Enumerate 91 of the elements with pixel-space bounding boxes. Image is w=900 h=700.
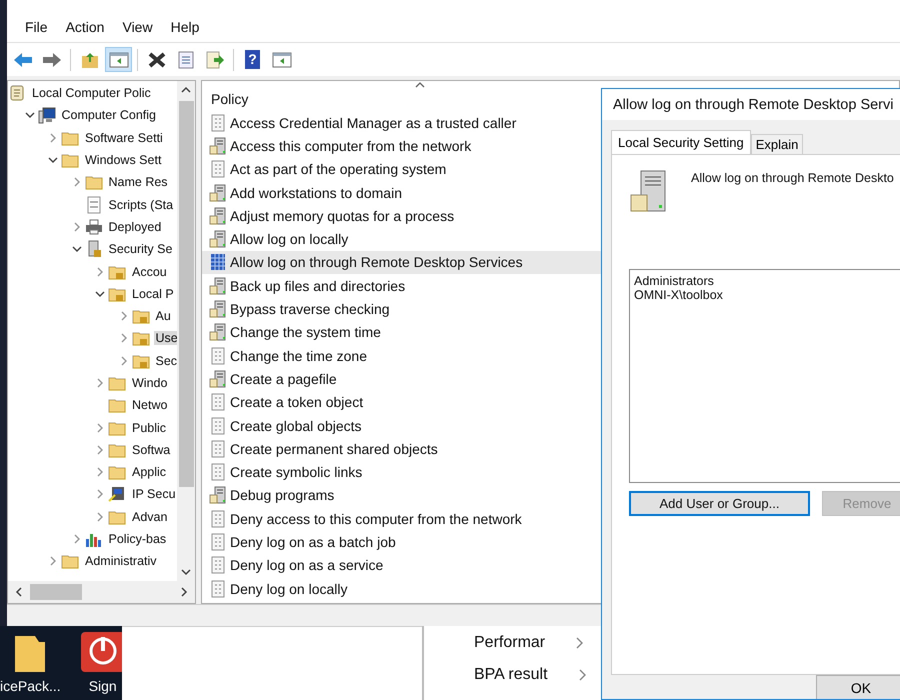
list-item[interactable]: OMNI-X\toolbox [634,288,900,302]
tree-item[interactable]: Security Se [106,242,174,256]
tree-item[interactable]: Windo [130,376,170,390]
binary-document-icon [209,393,227,412]
policy-row[interactable]: Allow log on locally [202,227,899,251]
list-item[interactable]: Administrators [634,274,900,288]
add-button[interactable]: Add User or Group... [629,491,810,516]
chevron-right-icon[interactable] [575,636,586,650]
server-icon [209,206,227,225]
script-icon [84,196,102,214]
menu-item[interactable]: Help [162,19,210,35]
tree-item[interactable]: Computer Config [60,108,158,122]
binary-document-icon [209,510,227,528]
scroll-icon [8,84,26,102]
server-icon [209,136,227,155]
tree-item[interactable]: IP Secu [130,487,177,502]
chevron-right-icon[interactable] [578,668,588,682]
tree-item[interactable]: Policy-bas [106,532,168,546]
policy-row[interactable]: Adjust memory quotas for a process [202,204,899,228]
binary-document-icon [209,160,227,178]
pane-icon [108,50,128,68]
scroll-down-icon[interactable] [180,567,192,577]
menu-item[interactable]: Performar [474,634,546,652]
server-icon [209,230,227,248]
tree-item[interactable]: Use [154,331,177,346]
sort-caret-icon [414,81,426,89]
tree-item[interactable]: Administrativ [83,554,159,568]
ok-button[interactable]: OK [816,675,900,699]
server-icon [209,486,227,504]
tree-item[interactable]: Applic [130,465,168,480]
power-icon[interactable] [80,632,125,672]
scroll-up-icon[interactable] [180,85,192,95]
tree-item[interactable]: Au [154,309,173,324]
tab[interactable]: Explain [750,134,804,154]
desktop-icon-label[interactable]: icePack... [0,678,61,694]
column-header[interactable]: Policy [211,91,248,107]
left-arrow-icon [12,50,32,68]
tree-item[interactable]: Name Res [106,175,170,190]
tree-item[interactable]: Softwa [130,442,172,457]
binary-document-icon [209,440,227,458]
help-button[interactable]: ? [239,47,266,72]
server-icon [209,276,227,295]
tree-item[interactable]: Scripts (Sta [106,198,176,212]
tree-item[interactable]: Netwo [130,398,170,412]
binary-document-icon [209,114,227,132]
tree-item[interactable]: Windows Sett [83,153,164,168]
dialog-title: Allow log on through Remote Desktop Servi [602,89,900,120]
vertical-scrollbar[interactable] [177,81,195,581]
menu-item[interactable]: Action [58,19,114,35]
delete-icon [146,50,166,68]
pane-icon [272,50,292,68]
tree-item[interactable]: Software Setti [83,130,165,145]
scroll-left-icon[interactable] [14,586,24,598]
policy-row[interactable]: Deny log on as a service [202,554,899,577]
server-icon [209,300,227,318]
menu-item[interactable]: File [17,19,58,35]
binary-document-icon [209,580,227,598]
show-pane-button[interactable] [105,47,132,72]
menu-item[interactable]: BPA result [474,666,548,684]
computer-key-icon [108,485,126,504]
policy-row[interactable]: Deny log on as a batch job [202,530,899,554]
tree-item[interactable]: Advan [130,510,170,524]
binary-document-icon [209,463,227,482]
tree-item[interactable]: Sec [154,354,177,368]
policy-name: Allow log on through Remote Deskto [690,170,894,185]
grid-icon [209,253,227,272]
right-arrow-icon [42,50,62,68]
binary-document-icon [209,346,227,365]
binary-document-icon [209,556,227,574]
menu-item[interactable]: View [114,19,163,35]
document-icon [176,50,196,68]
tree-item[interactable]: Local P [130,286,176,301]
computer-icon [38,106,56,124]
desktop-icon-label[interactable]: Sign [88,678,117,694]
server-icon [209,370,227,388]
tab[interactable]: Local Security Setting [611,130,751,154]
members-list[interactable]: Administrators OMNI-X\toolbox [629,269,900,483]
printer-icon [84,218,102,236]
server-icon [209,323,227,342]
binary-document-icon [209,416,227,434]
tree-item[interactable]: Public [130,420,168,435]
folder-up-icon [80,50,100,68]
tree-item[interactable]: Deployed [106,220,164,234]
tree-item[interactable]: Accou [130,264,169,279]
server-icon [209,184,227,202]
policy-row[interactable]: Deny log on locally [202,576,899,600]
tree-item[interactable]: Local Computer Polic [30,86,153,100]
scroll-right-icon[interactable] [179,586,189,598]
horizontal-scrollbar[interactable] [8,581,195,603]
export-icon [204,50,224,68]
binary-document-icon [209,532,227,551]
